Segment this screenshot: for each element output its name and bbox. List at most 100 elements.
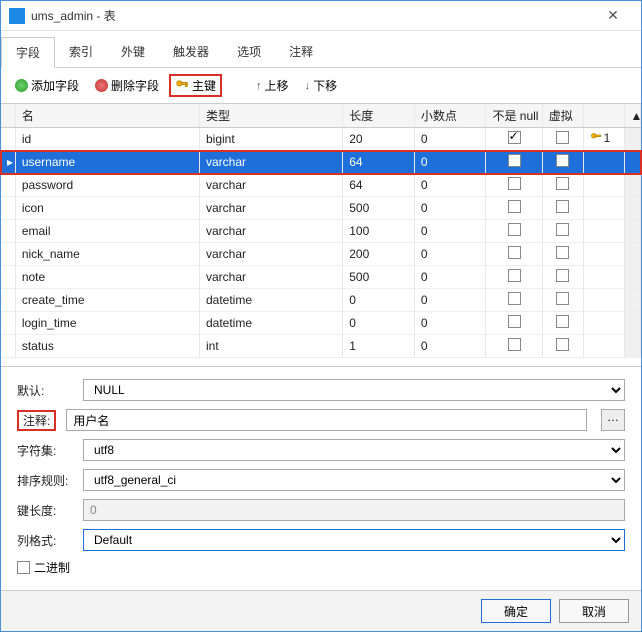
virtual-checkbox[interactable] — [556, 154, 569, 167]
virtual-checkbox[interactable] — [556, 315, 569, 328]
cell-type: datetime — [199, 312, 342, 335]
notnull-checkbox[interactable] — [508, 246, 521, 259]
tab-fields[interactable]: 字段 — [1, 37, 55, 68]
binary-checkbox-wrap[interactable]: 二进制 — [17, 559, 70, 576]
tab-bar: 字段 索引 外键 触发器 选项 注释 — [1, 31, 641, 68]
tab-comment[interactable]: 注释 — [275, 37, 327, 67]
binary-checkbox[interactable] — [17, 561, 30, 574]
virtual-checkbox[interactable] — [556, 246, 569, 259]
cell-decimal: 0 — [414, 266, 486, 289]
notnull-checkbox[interactable] — [508, 154, 521, 167]
cell-decimal: 0 — [414, 128, 486, 151]
keylen-label: 键长度: — [17, 502, 73, 519]
notnull-checkbox[interactable] — [508, 269, 521, 282]
notnull-checkbox[interactable] — [508, 177, 521, 190]
cell-length: 0 — [343, 289, 415, 312]
virtual-checkbox[interactable] — [556, 223, 569, 236]
notnull-checkbox[interactable] — [508, 338, 521, 351]
cell-name: icon — [15, 197, 199, 220]
notnull-checkbox[interactable] — [508, 292, 521, 305]
titlebar: ums_admin - 表 ✕ — [1, 1, 641, 31]
cell-name: password — [15, 174, 199, 197]
notnull-checkbox[interactable] — [508, 223, 521, 236]
col-type[interactable]: 类型 — [199, 104, 342, 128]
virtual-checkbox[interactable] — [556, 269, 569, 282]
cell-length: 20 — [343, 128, 415, 151]
plus-icon — [15, 79, 28, 92]
collation-select[interactable]: utf8_general_ci — [83, 469, 625, 491]
table-row[interactable]: nick_namevarchar2000 — [1, 243, 641, 266]
cell-name: login_time — [15, 312, 199, 335]
cell-decimal: 0 — [414, 289, 486, 312]
pk-indicator: 1 — [590, 131, 611, 145]
cancel-button[interactable]: 取消 — [559, 599, 629, 623]
tab-fk[interactable]: 外键 — [107, 37, 159, 67]
notnull-checkbox[interactable] — [508, 131, 521, 144]
cell-type: varchar — [199, 197, 342, 220]
footer: 确定 取消 — [1, 590, 641, 631]
primary-key-label: 主键 — [192, 77, 216, 94]
default-select[interactable]: NULL — [83, 379, 625, 401]
default-label: 默认: — [17, 382, 73, 399]
cell-length: 1 — [343, 335, 415, 358]
keylen-input — [83, 499, 625, 521]
col-length[interactable]: 长度 — [343, 104, 415, 128]
charset-select[interactable]: utf8 — [83, 439, 625, 461]
cell-decimal: 0 — [414, 312, 486, 335]
notnull-checkbox[interactable] — [508, 200, 521, 213]
cell-name: status — [15, 335, 199, 358]
close-icon[interactable]: ✕ — [593, 7, 633, 24]
cell-length: 0 — [343, 312, 415, 335]
cell-name: note — [15, 266, 199, 289]
virtual-checkbox[interactable] — [556, 200, 569, 213]
cell-name: nick_name — [15, 243, 199, 266]
cell-name: create_time — [15, 289, 199, 312]
cell-length: 64 — [343, 151, 415, 174]
tab-trigger[interactable]: 触发器 — [159, 37, 223, 67]
virtual-checkbox[interactable] — [556, 292, 569, 305]
virtual-checkbox[interactable] — [556, 131, 569, 144]
virtual-checkbox[interactable] — [556, 177, 569, 190]
primary-key-button[interactable]: 主键 — [169, 74, 222, 97]
tab-index[interactable]: 索引 — [55, 37, 107, 67]
tab-options[interactable]: 选项 — [223, 37, 275, 67]
table-row[interactable]: passwordvarchar640 — [1, 174, 641, 197]
table-row[interactable]: iconvarchar5000 — [1, 197, 641, 220]
cell-type: int — [199, 335, 342, 358]
table-row[interactable]: statusint10 — [1, 335, 641, 358]
cell-type: bigint — [199, 128, 342, 151]
notnull-checkbox[interactable] — [508, 315, 521, 328]
add-field-button[interactable]: 添加字段 — [9, 74, 85, 97]
cell-decimal: 0 — [414, 243, 486, 266]
col-virtual[interactable]: 虚拟 — [542, 104, 583, 128]
colformat-select[interactable]: Default — [83, 529, 625, 551]
scroll-up[interactable]: ▲ — [624, 104, 640, 128]
charset-label: 字符集: — [17, 442, 73, 459]
comment-more-button[interactable]: … — [601, 409, 625, 431]
cell-type: varchar — [199, 151, 342, 174]
window-title: ums_admin - 表 — [31, 7, 593, 24]
col-name[interactable]: 名 — [15, 104, 199, 128]
virtual-checkbox[interactable] — [556, 338, 569, 351]
table-row[interactable]: login_timedatetime00 — [1, 312, 641, 335]
table-row[interactable]: create_timedatetime00 — [1, 289, 641, 312]
add-field-label: 添加字段 — [31, 77, 79, 94]
move-down-button[interactable]: ↓ 下移 — [299, 74, 344, 97]
table-row[interactable]: notevarchar5000 — [1, 266, 641, 289]
cell-length: 100 — [343, 220, 415, 243]
table-row[interactable]: ▸usernamevarchar640 — [1, 151, 641, 174]
colformat-label: 列格式: — [17, 532, 73, 549]
table-row[interactable]: idbigint2001 — [1, 128, 641, 151]
cell-length: 500 — [343, 266, 415, 289]
move-up-button[interactable]: ↑ 上移 — [250, 74, 295, 97]
field-details: 默认: NULL 注释: … 字符集: utf8 排序规则: utf8_gene… — [1, 366, 641, 590]
ok-button[interactable]: 确定 — [481, 599, 551, 623]
table-row[interactable]: emailvarchar1000 — [1, 220, 641, 243]
col-notnull[interactable]: 不是 null — [486, 104, 542, 128]
delete-field-button[interactable]: 删除字段 — [89, 74, 165, 97]
binary-label: 二进制 — [34, 559, 70, 576]
toolbar: 添加字段 删除字段 主键 ↑ 上移 ↓ 下移 — [1, 68, 641, 103]
comment-input[interactable] — [66, 409, 587, 431]
cell-decimal: 0 — [414, 197, 486, 220]
col-decimal[interactable]: 小数点 — [414, 104, 486, 128]
